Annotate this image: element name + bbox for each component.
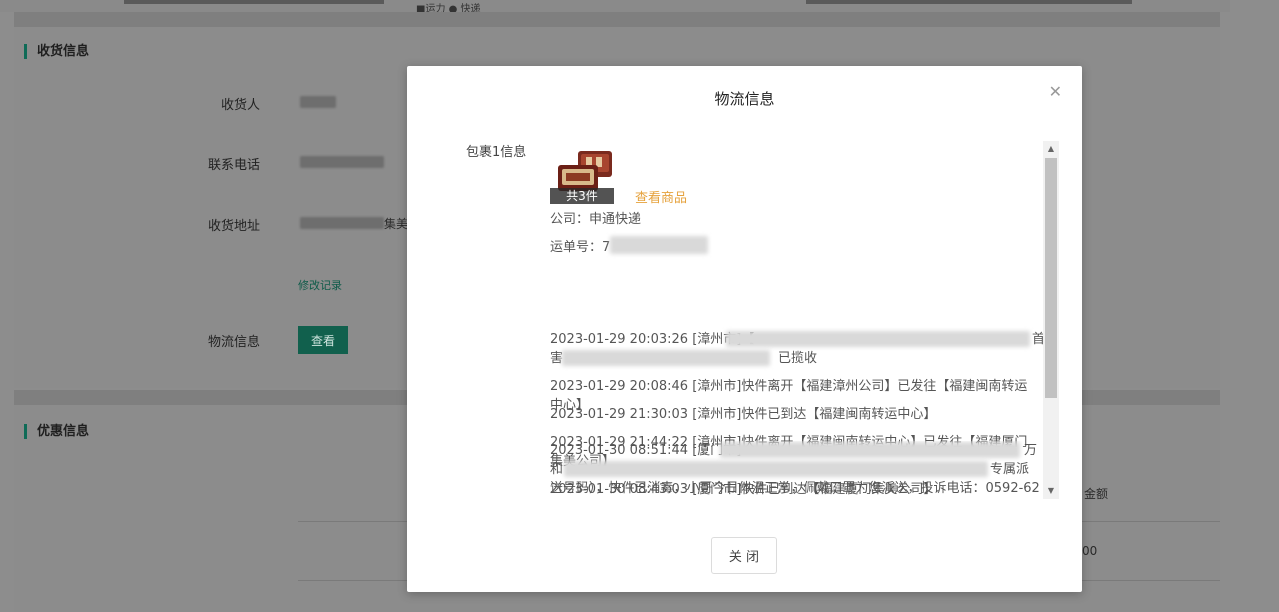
shipping-section-title: 收货信息 [24,44,89,59]
receiver-value-masked [300,96,336,108]
scroll-up-arrow-icon[interactable]: ▲ [1043,141,1059,157]
modify-record-link[interactable]: 修改记录 [298,277,342,293]
discount-amount-label: 金额 [1084,487,1109,501]
log-fragment: 首 [1032,332,1046,347]
close-button[interactable]: 关 闭 [711,537,777,574]
phone-value-masked [300,156,384,168]
log-fragment: 专属派 [990,462,1030,477]
log-mask [562,350,770,366]
package-label: 包裹1信息 [466,145,527,160]
log-mask [720,442,1020,458]
scroll-down-arrow-icon[interactable]: ▼ [1043,483,1059,499]
log-fragment: 万 [1024,443,1038,458]
log-entry: 2023-01-29 21:30:03 [漳州市]快件已到达【福建闽南转运中心】 [550,407,937,422]
address-value-masked [300,217,384,229]
phone-label: 联系电话 [207,158,260,173]
discount-section-title: 优惠信息 [24,424,89,439]
courier-company: 公司：申通快递 [550,212,642,227]
receiver-label: 收货人 [220,98,260,113]
scrollbar-thumb[interactable] [1045,158,1057,398]
address-label: 收货地址 [207,219,260,234]
logistics-label: 物流信息 [207,335,260,350]
product-image-icon [558,151,612,191]
modal-title: 物流信息 [714,90,775,108]
view-goods-link[interactable]: 查看商品 [635,187,687,206]
close-icon[interactable]: ✕ [1049,84,1062,100]
log-entry: 送号码），快件已消毒，小哥今日体温正常，佩戴口罩为您派送，投诉电话：0592-6… [550,481,1040,496]
log-fragment: 和 [550,462,564,477]
tracking-number-mask [610,236,708,254]
log-mask [726,331,1030,347]
section-divider [14,12,1220,26]
log-lower-lines: 2023-01-30 08:51:44 [厦门市] 万 和 专属派 送号码），快… [550,441,1043,499]
tracking-number: 运单号：7 [550,240,611,255]
top-bar-left [124,0,384,4]
item-count-badge: 共3件 [550,188,614,204]
discount-amount-value: 00 [1082,544,1098,558]
product-thumbnail[interactable]: 共3件 [550,149,614,204]
top-bar-right [806,0,1132,4]
log-entry: 已揽收 [778,351,818,366]
logistics-modal: 物流信息 ✕ 包裹1信息 共3件 查看商品 公司：申通快递 运单号：7 2023… [407,66,1082,592]
view-logistics-button[interactable]: 查看 [298,326,348,354]
vertical-scrollbar[interactable]: ▲ ▼ [1043,141,1059,499]
log-mask [564,461,988,477]
address-partial: 集美 [384,217,409,231]
